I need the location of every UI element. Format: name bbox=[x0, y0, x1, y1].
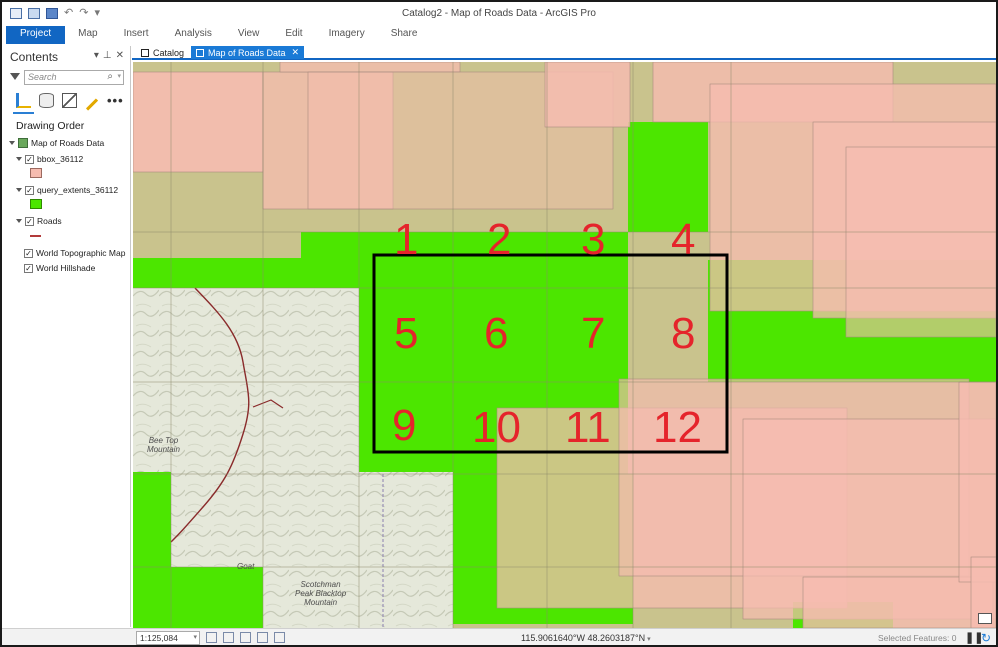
close-pane-icon[interactable]: ✕ bbox=[116, 50, 124, 61]
grid-label: 12 bbox=[653, 403, 702, 452]
grid-label: 7 bbox=[581, 309, 606, 358]
grid-label: 11 bbox=[565, 403, 611, 452]
collapse-icon[interactable] bbox=[9, 141, 15, 145]
search-placeholder: Search bbox=[28, 72, 57, 82]
map-name: Map of Roads Data bbox=[31, 138, 105, 148]
coordinates-value: 115.9061640°W 48.2603187°N bbox=[521, 633, 646, 643]
topo-label-goat: Goat bbox=[237, 562, 255, 571]
layer-visibility-checkbox[interactable]: ✓ bbox=[25, 185, 34, 195]
scale-value: 1:125,084 bbox=[140, 633, 178, 643]
grid-label: 9 bbox=[392, 401, 417, 450]
catalog-icon bbox=[141, 48, 149, 57]
tab-map-label: Map of Roads Data bbox=[208, 47, 286, 58]
app-window: ↶ ↷ ▾ Catalog2 - Map of Roads Data - Arc… bbox=[0, 0, 998, 647]
chevron-down-icon[interactable]: ▾ bbox=[193, 633, 197, 641]
layer-item-bbox[interactable]: ✓ bbox_36112 bbox=[16, 152, 83, 166]
map-view[interactable]: 1 2 3 4 5 6 7 8 9 10 11 12 Bee Top Mount… bbox=[133, 62, 996, 628]
topo-label-bee-top: Bee Top Mountain bbox=[147, 436, 180, 454]
editing-icon[interactable] bbox=[85, 98, 99, 111]
tab-insert[interactable]: Insert bbox=[111, 26, 162, 44]
contents-view-toolbar: ••• bbox=[16, 93, 124, 111]
map-scale-select[interactable]: 1:125,084 ▾ bbox=[136, 631, 200, 645]
grid-label: 10 bbox=[472, 403, 521, 452]
layer-visibility-checkbox[interactable]: ✓ bbox=[25, 154, 34, 164]
layer-visibility-checkbox[interactable]: ✓ bbox=[24, 263, 33, 273]
close-tab-icon[interactable]: ✕ bbox=[292, 47, 300, 58]
grid-label: 4 bbox=[671, 215, 696, 264]
grid-label: 2 bbox=[487, 215, 512, 264]
layer-name: bbox_36112 bbox=[37, 154, 84, 164]
selected-features-count[interactable]: Selected Features: 0 bbox=[878, 633, 956, 643]
data-source-icon[interactable] bbox=[39, 93, 54, 108]
layer-name: query_extents_36112 bbox=[37, 185, 119, 195]
snapping-icon[interactable] bbox=[274, 632, 285, 643]
roads-symbol[interactable] bbox=[30, 235, 41, 237]
tab-share[interactable]: Share bbox=[378, 26, 431, 44]
document-tabs: Catalog Map of Roads Data ✕ bbox=[132, 46, 996, 60]
tab-imagery[interactable]: Imagery bbox=[316, 26, 378, 44]
tab-edit[interactable]: Edit bbox=[272, 26, 315, 44]
contents-pane: Contents ▾ ⊥ ✕ Search ⌕ ▾ ••• Drawing Or… bbox=[2, 46, 131, 627]
filter-icon[interactable] bbox=[10, 73, 20, 80]
chevron-down-icon[interactable]: ▾ bbox=[647, 636, 651, 643]
grid-icon[interactable] bbox=[240, 632, 251, 643]
active-view-indicator bbox=[13, 112, 34, 114]
map-icon bbox=[196, 48, 204, 57]
crosshair-icon[interactable] bbox=[257, 632, 268, 643]
bbox-symbol[interactable] bbox=[30, 168, 42, 178]
tab-catalog[interactable]: Catalog bbox=[136, 46, 189, 59]
grid-label: 5 bbox=[394, 309, 419, 358]
notification-icon[interactable] bbox=[978, 613, 992, 624]
layer-item-world-topographic[interactable]: ✓ World Topographic Map bbox=[24, 246, 125, 260]
collapse-icon[interactable] bbox=[16, 188, 22, 192]
tab-catalog-label: Catalog bbox=[153, 47, 185, 58]
contents-title: Contents bbox=[10, 50, 59, 64]
layer-item-query-extents[interactable]: ✓ query_extents_36112 bbox=[16, 183, 118, 197]
tab-view[interactable]: View bbox=[225, 26, 273, 44]
ribbon-tabs: Project Map Insert Analysis View Edit Im… bbox=[2, 26, 996, 44]
status-tools bbox=[206, 632, 285, 643]
collapse-icon[interactable] bbox=[16, 157, 22, 161]
grid-label: 3 bbox=[581, 215, 606, 264]
layer-name: World Hillshade bbox=[36, 263, 96, 273]
fixed-zoom-icon[interactable] bbox=[206, 632, 217, 643]
tab-analysis[interactable]: Analysis bbox=[162, 26, 225, 44]
collapse-icon[interactable] bbox=[16, 219, 22, 223]
layer-visibility-checkbox[interactable]: ✓ bbox=[24, 248, 33, 258]
full-extent-icon[interactable] bbox=[223, 632, 234, 643]
topo-label-scotchman: Scotchman Peak Blacktop Mountain bbox=[295, 580, 347, 607]
grid-label: 8 bbox=[671, 309, 696, 358]
selection-icon[interactable] bbox=[62, 93, 77, 108]
contents-search-input[interactable]: Search ⌕ ▾ bbox=[24, 70, 124, 85]
status-bar: 1:125,084 ▾ 115.9061640°W 48.2603187°N ▾ … bbox=[2, 628, 996, 645]
title-bar: ↶ ↷ ▾ Catalog2 - Map of Roads Data - Arc… bbox=[2, 2, 996, 26]
layer-name: World Topographic Map bbox=[36, 248, 126, 258]
layer-name: Roads bbox=[37, 216, 62, 226]
query-extents-symbol[interactable] bbox=[30, 199, 42, 209]
layer-item-roads[interactable]: ✓ Roads bbox=[16, 214, 62, 228]
grid-label: 1 bbox=[394, 215, 419, 264]
search-icon[interactable]: ⌕ bbox=[107, 71, 113, 82]
grid-label: 6 bbox=[484, 309, 509, 358]
chevron-down-icon[interactable]: ▾ bbox=[117, 72, 121, 80]
layer-visibility-checkbox[interactable]: ✓ bbox=[25, 216, 34, 226]
window-title: Catalog2 - Map of Roads Data - ArcGIS Pr… bbox=[402, 8, 596, 19]
drawing-order-label: Drawing Order bbox=[16, 120, 85, 132]
map-canvas[interactable] bbox=[133, 62, 996, 628]
map-icon bbox=[18, 138, 28, 148]
tab-map[interactable]: Map bbox=[65, 26, 110, 44]
map-node[interactable]: Map of Roads Data bbox=[9, 136, 104, 150]
refresh-icon[interactable]: ↻ bbox=[981, 631, 991, 645]
tab-map-of-roads-data[interactable]: Map of Roads Data ✕ bbox=[191, 46, 305, 59]
drawing-order-icon[interactable] bbox=[16, 93, 31, 108]
layer-item-world-hillshade[interactable]: ✓ World Hillshade bbox=[24, 261, 95, 275]
pane-controls: ▾ ⊥ ✕ bbox=[94, 50, 124, 61]
pane-options-icon[interactable]: ▾ bbox=[94, 50, 99, 61]
tab-project[interactable]: Project bbox=[6, 26, 66, 44]
more-options-icon[interactable]: ••• bbox=[107, 93, 124, 108]
auto-hide-pin-icon[interactable]: ⊥ bbox=[103, 50, 112, 61]
coordinate-readout[interactable]: 115.9061640°W 48.2603187°N ▾ bbox=[521, 633, 651, 643]
